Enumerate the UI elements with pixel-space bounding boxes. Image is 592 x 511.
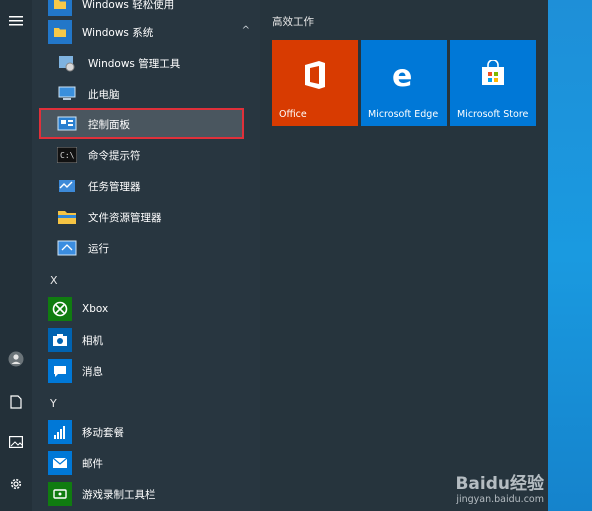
gear-tools-icon [56, 52, 78, 74]
start-rail [0, 0, 32, 511]
tile-microsoft-store[interactable]: Microsoft Store [450, 40, 536, 126]
list-item-admin-tools[interactable]: Windows 管理工具 [56, 49, 180, 77]
list-item-mail[interactable]: 邮件 [48, 449, 103, 477]
settings-gear-icon[interactable] [7, 475, 25, 493]
watermark-brand: Baidu经验 [455, 474, 544, 494]
list-item-label: 此电脑 [88, 88, 120, 101]
folder-icon [48, 20, 72, 44]
list-item-ease-of-access[interactable]: Windows 轻松使用 [48, 0, 174, 18]
computer-icon [56, 83, 78, 105]
camera-icon [48, 328, 72, 352]
group-label: Windows 系统 [82, 26, 154, 39]
mobile-plan-icon [48, 420, 72, 444]
list-item-label: 游戏录制工具栏 [82, 488, 156, 501]
cmd-icon: C:\ [56, 144, 78, 166]
group-windows-system[interactable]: Windows 系统 [48, 18, 153, 46]
list-item-label: 邮件 [82, 457, 103, 470]
list-item-label: Windows 轻松使用 [82, 0, 175, 11]
task-manager-icon [56, 175, 78, 197]
run-icon [56, 237, 78, 259]
tiles-area: 高效工作 Office e Microsoft Edge Microsoft S… [260, 0, 548, 511]
tile-label: Microsoft Edge [368, 109, 439, 120]
desktop-background [548, 0, 592, 511]
list-item-task-manager[interactable]: 任务管理器 [56, 172, 141, 200]
hamburger-menu-icon[interactable] [7, 12, 25, 30]
list-item-game-bar[interactable]: 游戏录制工具栏 [48, 480, 156, 508]
list-item-label: 文件资源管理器 [88, 211, 162, 224]
list-item-this-pc[interactable]: 此电脑 [56, 80, 120, 108]
list-item-label: 移动套餐 [82, 426, 124, 439]
baidu-watermark: Baidu经验 jingyan.baidu.com [455, 469, 544, 505]
list-item-label: 运行 [88, 242, 109, 255]
tile-microsoft-edge[interactable]: e Microsoft Edge [361, 40, 447, 126]
office-icon [272, 60, 358, 90]
edge-icon: e [361, 60, 447, 90]
documents-icon[interactable] [7, 393, 25, 411]
list-item-label: 任务管理器 [88, 180, 141, 193]
list-item-xbox[interactable]: Xbox [48, 295, 108, 323]
mail-icon [48, 451, 72, 475]
pictures-icon[interactable] [7, 433, 25, 451]
list-item-file-explorer[interactable]: 文件资源管理器 [56, 203, 162, 231]
list-item-label: Xbox [82, 303, 109, 315]
xbox-icon [48, 297, 72, 321]
list-item-cmd[interactable]: C:\ 命令提示符 [56, 141, 141, 169]
app-list: Windows 轻松使用 Windows 系统 ^ Windows 管理工具 此… [32, 0, 260, 511]
list-item-run[interactable]: 运行 [56, 234, 109, 262]
list-item-label: 消息 [82, 365, 103, 378]
list-item-label: 相机 [82, 334, 103, 347]
section-header-y[interactable]: Y [50, 397, 57, 410]
tile-group-title: 高效工作 [272, 16, 314, 28]
section-header-x[interactable]: X [50, 274, 58, 287]
list-item-camera[interactable]: 相机 [48, 326, 103, 354]
tile-label: Microsoft Store [457, 109, 529, 120]
list-item-mobile-plans[interactable]: 移动套餐 [48, 418, 124, 446]
chevron-up-icon[interactable]: ^ [242, 25, 250, 36]
folder-icon [48, 0, 72, 16]
list-item-label: Windows 管理工具 [88, 57, 181, 70]
list-item-label: 命令提示符 [88, 149, 141, 162]
game-bar-icon [48, 482, 72, 506]
folder-icon [56, 206, 78, 228]
list-item-messages[interactable]: 消息 [48, 357, 103, 385]
user-avatar-icon[interactable] [7, 350, 25, 368]
watermark-url: jingyan.baidu.com [456, 494, 544, 505]
svg-text:C:\: C:\ [60, 151, 75, 160]
store-bag-icon [450, 60, 536, 88]
selection-annotation [39, 108, 244, 139]
message-icon [48, 359, 72, 383]
svg-text:e: e [392, 60, 412, 90]
tile-office[interactable]: Office [272, 40, 358, 126]
tile-label: Office [279, 109, 307, 120]
